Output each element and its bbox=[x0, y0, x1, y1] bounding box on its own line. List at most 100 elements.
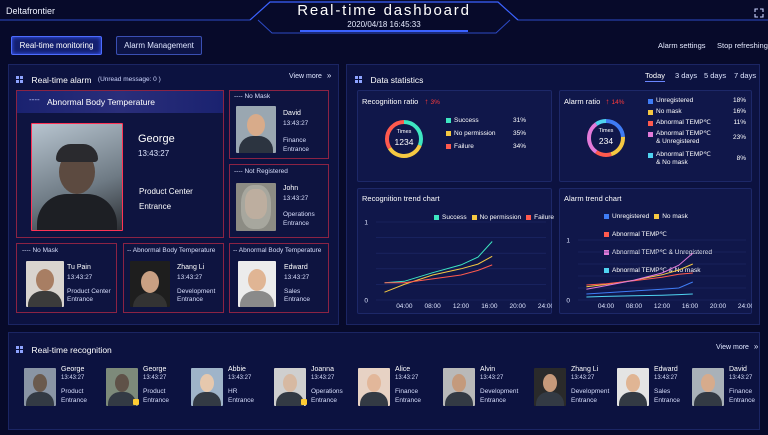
arrow-up-icon: ↑ bbox=[605, 97, 610, 106]
body bbox=[28, 291, 62, 307]
tab-realtime-label: Real-time monitoring bbox=[19, 41, 94, 50]
alarm-type-label: -- Abnormal Body Temperature bbox=[233, 247, 321, 255]
x-tick-label: 16:00 bbox=[481, 303, 498, 310]
recognition-entrance: Entrance bbox=[480, 397, 507, 404]
chevron-right-icon: » bbox=[753, 342, 759, 351]
tab-alarm-management[interactable]: Alarm Management bbox=[116, 36, 202, 55]
recognition-time: 13:43:27 bbox=[480, 375, 504, 381]
x-tick-label: 20:00 bbox=[510, 303, 527, 310]
recognition-item[interactable]: David 13:43:27 Finance Entrance bbox=[692, 366, 768, 410]
featured-face-photo bbox=[31, 123, 123, 231]
range-tab-7-days[interactable]: 7 days bbox=[734, 71, 756, 80]
legend-label: Failure bbox=[454, 143, 474, 150]
alarm-name: Edward bbox=[284, 264, 308, 271]
legend-item: Unregistered 18% bbox=[648, 97, 746, 108]
hair bbox=[241, 185, 271, 229]
range-tab-3-days[interactable]: 3 days bbox=[675, 71, 697, 80]
tab-alarm-label: Alarm Management bbox=[124, 41, 194, 50]
alarm-donut-label: Times bbox=[598, 128, 614, 134]
alarm-type: No Mask bbox=[32, 247, 59, 254]
stats-panel-header: Data statistics bbox=[355, 71, 423, 89]
legend-pct: 34% bbox=[512, 143, 526, 150]
featured-name: George bbox=[138, 133, 175, 145]
recognition-item[interactable]: Alice 13:43:27 Finance Entrance bbox=[358, 366, 438, 410]
recognition-item[interactable]: Edward 13:43:27 Sales Entrance bbox=[617, 366, 697, 410]
y-tick-label: 0 bbox=[364, 298, 368, 305]
featured-location: Product Center bbox=[139, 187, 193, 196]
warning-badge-icon bbox=[301, 399, 307, 405]
alarm-card-zhang-li[interactable]: -- Abnormal Body Temperature Zhang Li 13… bbox=[123, 243, 224, 313]
face-photo bbox=[617, 368, 649, 406]
recognition-item[interactable]: Alvin 13:43:27 Development Entrance bbox=[443, 366, 523, 410]
legend-pct: 31% bbox=[512, 117, 526, 124]
face bbox=[626, 374, 640, 392]
face-photo bbox=[534, 368, 566, 406]
recognition-location: Product bbox=[143, 388, 166, 395]
alarm-settings-link[interactable]: Alarm settings bbox=[658, 41, 706, 50]
face-photo bbox=[443, 368, 475, 406]
recognition-item[interactable]: Abbie 13:43:27 HR Entrance bbox=[191, 366, 271, 410]
recognition-time: 13:43:27 bbox=[395, 375, 419, 381]
warning-badge-icon bbox=[133, 399, 139, 405]
recognition-view-more[interactable]: View more » bbox=[716, 342, 758, 351]
alarm-entrance: Entrance bbox=[284, 296, 311, 303]
recognition-item[interactable]: George 13:43:27 Product Entrance bbox=[24, 366, 104, 410]
recognition-trend-title: Recognition trend chart bbox=[362, 194, 440, 203]
header-bar: Deltafrontier Real-time dashboard 2020/0… bbox=[0, 0, 768, 34]
alarm-panel-header: Real-time alarm (Unread message: 0 ) bbox=[16, 71, 161, 85]
expand-icon[interactable] bbox=[754, 5, 764, 18]
legend-swatch bbox=[648, 110, 653, 115]
x-tick-label: 08:00 bbox=[425, 303, 442, 310]
y-tick-label: 0 bbox=[566, 298, 570, 305]
legend-item: No permission 35% bbox=[446, 130, 526, 143]
recognition-location: Development bbox=[571, 388, 610, 395]
alarm-card-edward[interactable]: -- Abnormal Body Temperature Edward 13:4… bbox=[229, 243, 329, 313]
x-tick-label: 04:00 bbox=[598, 303, 615, 310]
alarm-entrance: Entrance bbox=[283, 220, 310, 227]
stop-refreshing-link[interactable]: Stop refreshing bbox=[717, 41, 768, 50]
alarm-entrance: Entrance bbox=[283, 146, 310, 153]
face bbox=[33, 374, 47, 392]
face bbox=[367, 374, 381, 392]
alarm-card-not-registered[interactable]: ---- Not Registered John 13:43:27 Operat… bbox=[229, 164, 329, 238]
recognition-donut-label: Times bbox=[396, 129, 412, 135]
body bbox=[445, 392, 473, 406]
x-tick-label: 04:00 bbox=[396, 303, 413, 310]
recognition-ratio-change: 3% bbox=[430, 99, 440, 106]
range-tab-today[interactable]: Today bbox=[645, 71, 666, 82]
alarm-card-tu-pain[interactable]: ---- No Mask Tu Pain 13:43:27 Product Ce… bbox=[16, 243, 117, 313]
legend-swatch bbox=[446, 143, 451, 149]
tab-realtime-monitoring[interactable]: Real-time monitoring bbox=[11, 36, 102, 55]
legend-pct: 8% bbox=[736, 155, 746, 162]
alarm-card-no-mask[interactable]: ---- No Mask David 13:43:27 Finance Entr… bbox=[229, 90, 329, 159]
body bbox=[26, 392, 54, 406]
alarm-view-more[interactable]: View more » bbox=[289, 71, 331, 80]
legend-item: Failure 34% bbox=[446, 143, 526, 156]
face-photo bbox=[130, 261, 170, 307]
featured-time: 13:43:27 bbox=[138, 149, 170, 158]
legend-swatch bbox=[648, 132, 653, 137]
series-line-0 bbox=[384, 241, 493, 284]
dash-icon: ---- bbox=[234, 93, 243, 100]
grid-icon bbox=[355, 75, 363, 84]
face bbox=[115, 374, 129, 392]
alarm-location: Development bbox=[177, 288, 216, 295]
recognition-item[interactable]: Zhang Li 13:43:27 Development Entrance bbox=[534, 366, 614, 410]
recognition-ratio-title: Recognition ratio ↑ 3% bbox=[362, 97, 440, 106]
body bbox=[694, 392, 722, 406]
recognition-location: Finance bbox=[729, 388, 753, 395]
chart-legend-item: No mask bbox=[654, 211, 688, 222]
face-photo bbox=[191, 368, 223, 406]
range-tab-5-days[interactable]: 5 days bbox=[704, 71, 726, 80]
featured-alarm-card[interactable]: ---- Abnormal Body Temperature George 13… bbox=[16, 90, 224, 238]
legend-pct: 23% bbox=[732, 134, 746, 141]
alarm-type-label: -- Abnormal Body Temperature bbox=[127, 247, 215, 255]
page-title: Real-time dashboard bbox=[297, 2, 471, 19]
recognition-item[interactable]: George 13:43:27 Product Entrance bbox=[106, 366, 186, 410]
face bbox=[247, 114, 265, 136]
alarm-type-label: ---- No Mask bbox=[234, 93, 270, 101]
alarm-ratio-legend: Unregistered 18% No mask 16% Abnormal TEMP℃ 1… bbox=[648, 97, 746, 172]
recognition-item[interactable]: Joanna 13:43:27 Operations Entrance bbox=[274, 366, 354, 410]
alarm-time: 13:43:27 bbox=[283, 195, 309, 202]
body bbox=[193, 392, 221, 406]
